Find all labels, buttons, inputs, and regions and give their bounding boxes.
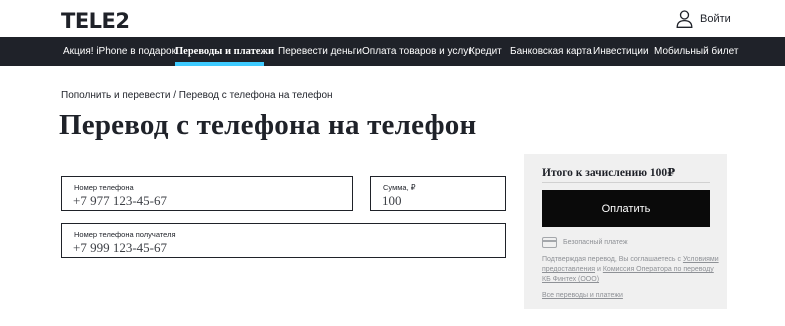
page-title: Перевод с телефона на телефон [59,109,477,141]
nav-item-mobile-ticket[interactable]: Мобильный билет [654,37,738,66]
phone-field-label: Номер телефона [74,183,134,192]
all-transfers-link[interactable]: Все переводы и платежи [542,292,623,299]
breadcrumb-separator: / [170,90,179,101]
pay-button[interactable]: Оплатить [542,190,710,227]
nav-item-credit[interactable]: Кредит [469,37,502,66]
agreement-and: и [595,266,603,273]
nav-active-indicator [175,62,264,66]
breadcrumb-parent-link[interactable]: Пополнить и перевести [61,90,170,101]
secure-payment: Безопасный платеж [542,237,628,248]
credit-card-icon [542,237,557,248]
phone-input[interactable] [73,193,343,209]
recipient-phone-field-label: Номер телефона получателя [74,230,176,239]
recipient-phone-input[interactable] [73,240,496,256]
amount-field-label: Сумма, ₽ [383,183,416,192]
amount-field[interactable]: Сумма, ₽ [370,176,506,211]
payment-summary: Итого к зачислению 100₽ Оплатить Безопас… [524,154,727,309]
user-icon [676,10,693,28]
recipient-phone-field[interactable]: Номер телефона получателя [61,223,506,258]
login-label: Войти [700,13,731,25]
nav-item-investments[interactable]: Инвестиции [593,37,649,66]
tele2-logo[interactable]: TELE2 [61,10,130,32]
site-header: TELE2 Войти [0,0,785,37]
nav-item-iphone-promo[interactable]: Акция! iPhone в подарок [63,37,176,66]
transfer-form: Номер телефона Сумма, ₽ Номер телефона п… [51,154,524,309]
summary-divider [542,182,710,183]
amount-input[interactable] [382,193,496,209]
login-button[interactable]: Войти [676,9,731,29]
total-amount: Итого к зачислению 100₽ [542,167,676,179]
main-nav: Акция! iPhone в подарок Переводы и плате… [0,37,785,66]
phone-field[interactable]: Номер телефона [61,176,353,211]
breadcrumb: Пополнить и перевести / Перевод с телефо… [61,90,333,101]
agreement-prefix: Подтверждая перевод, Вы соглашаетесь с [542,256,683,263]
nav-item-bank-card[interactable]: Банковская карта [510,37,592,66]
nav-item-transfer-money[interactable]: Перевести деньги [278,37,362,66]
nav-item-goods-services[interactable]: Оплата товаров и услуг [362,37,472,66]
breadcrumb-current: Перевод с телефона на телефон [178,90,333,101]
secure-payment-label: Безопасный платеж [563,239,628,246]
agreement-text: Подтверждая перевод, Вы соглашаетесь с У… [542,255,724,285]
